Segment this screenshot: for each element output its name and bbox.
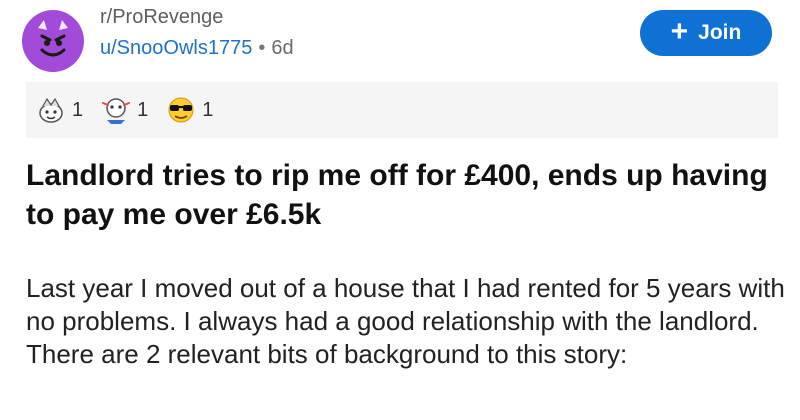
post-meta: u/SnooOwls1775 • 6d bbox=[100, 37, 294, 60]
subreddit-avatar[interactable] bbox=[22, 10, 84, 72]
award-item[interactable]: 1 bbox=[164, 95, 213, 125]
award-count: 1 bbox=[137, 98, 149, 121]
award-count: 1 bbox=[202, 98, 214, 121]
awards-bar[interactable]: 1 1 1 bbox=[26, 82, 778, 138]
post-age: 6d bbox=[271, 37, 294, 59]
sunglasses-award-icon bbox=[168, 97, 194, 123]
helpful-award-icon bbox=[102, 98, 131, 124]
join-button-label: Join bbox=[698, 21, 742, 44]
silver-award-icon bbox=[39, 97, 63, 123]
devil-face-icon bbox=[38, 20, 68, 57]
award-count: 1 bbox=[72, 98, 84, 121]
post-body: Last year I moved out of a house that I … bbox=[26, 273, 785, 369]
meta-separator: • bbox=[258, 37, 266, 59]
plus-icon: + bbox=[670, 14, 689, 48]
subreddit-name[interactable]: r/ProRevenge bbox=[100, 6, 223, 29]
award-item[interactable]: 1 bbox=[99, 95, 148, 125]
award-item[interactable]: 1 bbox=[34, 95, 83, 125]
post-title[interactable]: Landlord tries to rip me off for £400, e… bbox=[26, 156, 776, 234]
author-username[interactable]: u/SnooOwls1775 bbox=[100, 37, 252, 59]
join-button[interactable]: + Join bbox=[640, 10, 772, 56]
